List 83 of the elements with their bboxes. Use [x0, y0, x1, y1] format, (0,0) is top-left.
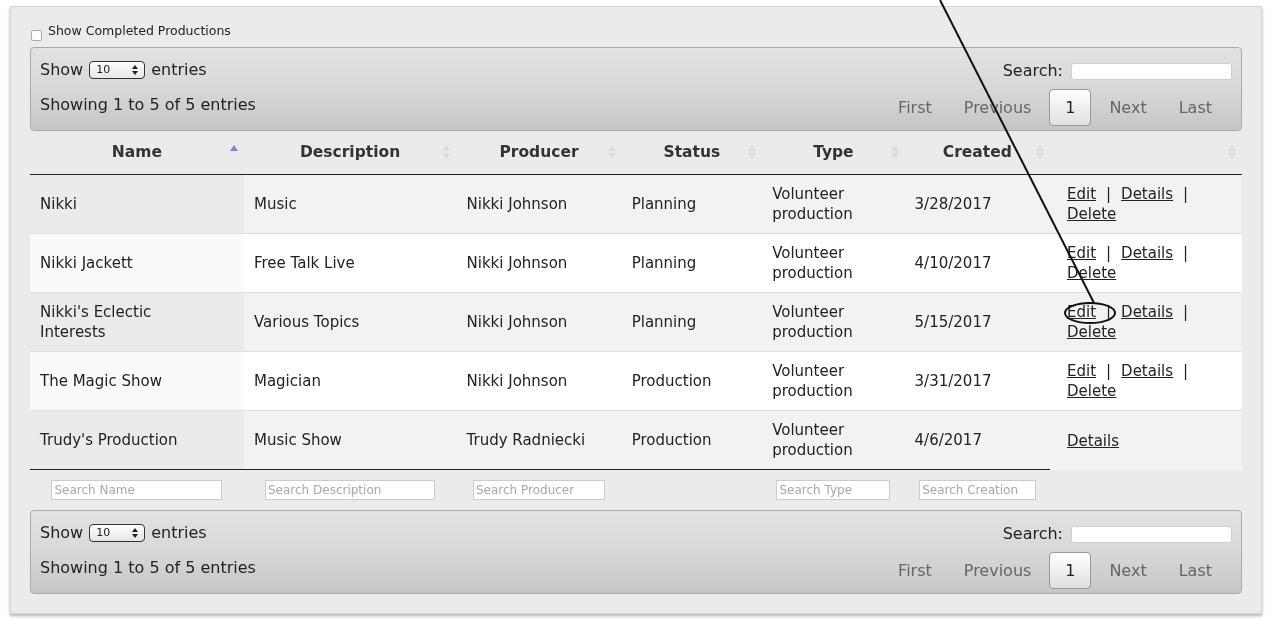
pager-button[interactable]: Next: [1095, 552, 1161, 589]
stepper-icon: [132, 528, 139, 538]
separator: |: [1182, 302, 1190, 322]
pager-button[interactable]: 1: [1049, 552, 1092, 589]
action-link[interactable]: Details: [1066, 430, 1119, 451]
pager-button[interactable]: Last: [1164, 552, 1226, 589]
action-link[interactable]: Delete: [1066, 322, 1117, 342]
entries-label: entries: [151, 59, 207, 81]
table-cell: Various Topics: [243, 293, 457, 351]
table-cell: Nikki Johnson: [456, 175, 622, 233]
search-field[interactable]: [1071, 525, 1232, 543]
action-link[interactable]: Edit: [1066, 243, 1097, 263]
column-header[interactable]: Name: [30, 131, 244, 174]
pager-button[interactable]: Last: [1164, 89, 1226, 126]
table-cell: Production: [621, 411, 763, 470]
action-link[interactable]: Details: [1121, 184, 1174, 204]
table-cell: 3/28/2017: [904, 175, 1050, 233]
table-cell: 4/10/2017: [904, 234, 1050, 292]
page-size-select[interactable]: 10: [89, 61, 146, 79]
column-search-field[interactable]: Search Description: [264, 480, 436, 500]
table-cell: Planning: [621, 293, 763, 351]
stepper-icon: [132, 65, 139, 75]
table-cell: Magician: [243, 352, 457, 410]
table-cell: Trudy Radniecki: [456, 411, 622, 470]
column-search-field[interactable]: Search Name: [51, 480, 223, 500]
column-header[interactable]: Status: [621, 131, 763, 174]
table-cell: 4/6/2017: [904, 411, 1050, 470]
action-link[interactable]: Edit: [1066, 302, 1097, 322]
column-search-field[interactable]: Search Creation: [919, 480, 1036, 500]
action-link[interactable]: Details: [1121, 361, 1174, 381]
page-size-select[interactable]: 10: [89, 524, 146, 542]
table-cell: The Magic Show: [30, 352, 244, 410]
table-cell: Volunteer production: [762, 293, 905, 351]
table-cell: 5/15/2017: [904, 293, 1050, 351]
pager-button[interactable]: Previous: [949, 552, 1046, 589]
table-cell: Music: [243, 175, 457, 233]
column-header[interactable]: Producer: [456, 131, 622, 174]
entries-info: Showing 1 to 5 of 5 entries: [40, 557, 256, 579]
show-label: Show: [40, 59, 84, 81]
action-link[interactable]: Delete: [1066, 381, 1117, 401]
table-cell: Volunteer production: [762, 352, 905, 410]
table-cell: Planning: [621, 234, 763, 292]
pager-button[interactable]: Next: [1095, 89, 1161, 126]
checkbox-label: Show Completed Productions: [48, 21, 231, 40]
search-label: Search:: [1002, 60, 1063, 82]
table-cell: 3/31/2017: [904, 352, 1050, 410]
table-cell: Nikki Johnson: [456, 352, 622, 410]
table-cell: Nikki Jackett: [30, 234, 244, 292]
pager-button[interactable]: First: [884, 89, 946, 126]
column-header[interactable]: Description: [243, 131, 457, 174]
table-cell: Nikki Johnson: [456, 234, 622, 292]
entries-label: entries: [151, 522, 207, 544]
table-cell: Free Talk Live: [243, 234, 457, 292]
action-link[interactable]: Edit: [1066, 184, 1097, 204]
separator: |: [1105, 243, 1113, 263]
entries-info: Showing 1 to 5 of 5 entries: [40, 94, 256, 116]
table-cell: Volunteer production: [762, 234, 905, 292]
action-link[interactable]: Details: [1121, 302, 1174, 322]
table-cell: Music Show: [243, 411, 457, 470]
separator: |: [1182, 184, 1190, 204]
column-header[interactable]: Type: [762, 131, 905, 174]
table-cell: Planning: [621, 175, 763, 233]
search-field[interactable]: [1071, 62, 1232, 80]
separator: |: [1105, 361, 1113, 381]
search-label: Search:: [1002, 523, 1063, 545]
action-link[interactable]: Delete: [1066, 204, 1117, 224]
table-cell: Production: [621, 352, 763, 410]
show-label: Show: [40, 522, 84, 544]
table-cell: Nikki Johnson: [456, 293, 622, 351]
separator: |: [1105, 184, 1113, 204]
action-link[interactable]: Edit: [1066, 361, 1097, 381]
separator: |: [1182, 361, 1190, 381]
column-search-field[interactable]: Search Type: [776, 480, 891, 500]
table-cell: Volunteer production: [762, 175, 905, 233]
separator: |: [1182, 243, 1190, 263]
table-cell: Volunteer production: [762, 411, 905, 470]
pager-button[interactable]: First: [884, 552, 946, 589]
column-header[interactable]: Created: [904, 131, 1051, 174]
annotation-ellipse: [1064, 302, 1116, 324]
action-link[interactable]: Details: [1121, 243, 1174, 263]
checkbox[interactable]: [31, 29, 42, 41]
pager-button[interactable]: 1: [1049, 89, 1092, 126]
column-search-field[interactable]: Search Producer: [472, 480, 606, 500]
